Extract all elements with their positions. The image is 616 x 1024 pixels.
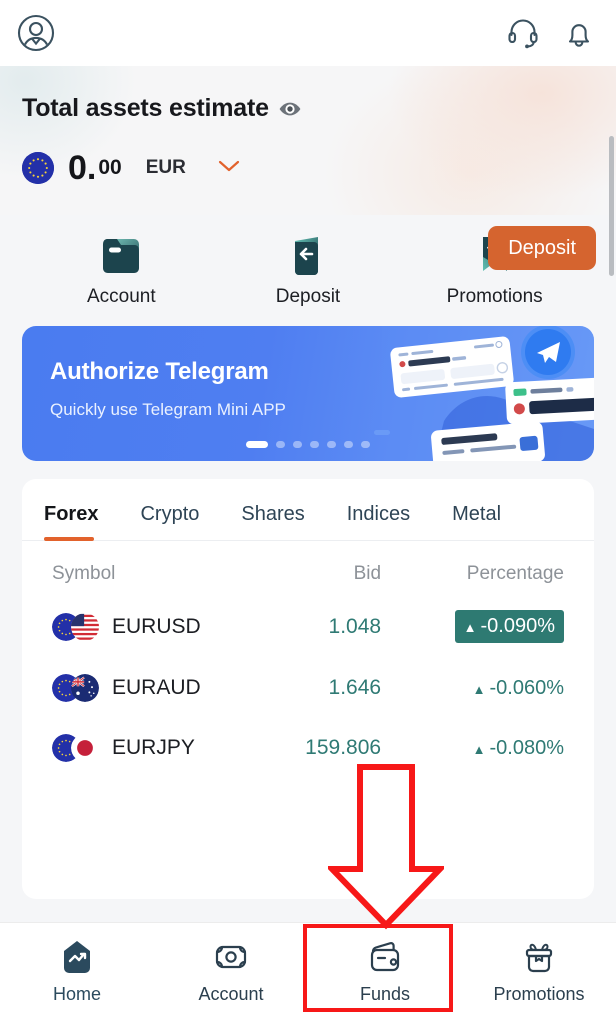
nav-item-funds[interactable]: Funds [308, 937, 462, 1005]
percentage-cell: ▲ -0.080% [403, 737, 564, 760]
chevron-down-icon [218, 160, 239, 171]
percentage-change: ▲ -0.080% [473, 737, 564, 759]
wallet-card-icon [103, 239, 140, 273]
percentage-value: -0.060% [489, 676, 564, 699]
nav-item-account[interactable]: Account [154, 937, 308, 1005]
symbol-cell: EURJPY [52, 733, 235, 763]
bid-value: 1.048 [328, 614, 382, 638]
bid-value: 1.646 [328, 676, 382, 699]
percentage-cell: ▲ -0.090% [403, 610, 564, 643]
toggle-balance-visibility[interactable] [278, 97, 302, 121]
carousel-dots[interactable] [22, 441, 594, 448]
app-root: Total assets estimate 0. 00 EUR Deposit … [0, 0, 616, 1024]
market-table-header: Symbol Bid Percentage [22, 541, 594, 595]
market-card: Forex Crypto Shares Indices Metal Symbol… [22, 479, 594, 899]
symbol-name: EURUSD [112, 614, 201, 638]
triangle-up-icon: ▲ [472, 741, 486, 757]
top-bar-actions [506, 16, 596, 50]
deposit-button[interactable]: Deposit [488, 226, 596, 270]
promo-banner-subtitle: Quickly use Telegram Mini APP [50, 400, 286, 419]
top-bar [0, 0, 616, 66]
total-assets-header: Total assets estimate [22, 94, 596, 123]
promo-banner[interactable]: Authorize Telegram Quickly use Telegram … [22, 326, 594, 461]
eye-icon [279, 102, 301, 115]
quick-action-account[interactable]: Account [61, 229, 181, 308]
balance-decimals: 00 [98, 156, 122, 179]
percentage-change: ▲ -0.060% [473, 677, 564, 699]
avatar[interactable] [16, 13, 56, 53]
promo-banner-wrap: Authorize Telegram Quickly use Telegram … [0, 318, 616, 461]
pair-flags [52, 612, 100, 642]
support-button[interactable] [506, 16, 540, 50]
promo-banner-title: Authorize Telegram [50, 358, 269, 385]
tab-metal[interactable]: Metal [452, 497, 501, 540]
carousel-dot[interactable] [310, 441, 319, 448]
au-flag-icon [71, 674, 99, 702]
column-header-bid: Bid [353, 563, 382, 584]
percentage-cell: ▲ -0.060% [403, 677, 564, 700]
pair-flags [52, 673, 100, 703]
bottom-navigation: Home Account Funds Promotions [0, 922, 616, 1024]
status-badge: ▲ -0.090% [454, 610, 564, 643]
table-row[interactable]: EURAUD 1.646 ▲ -0.060% [22, 658, 594, 718]
nav-label: Promotions [493, 984, 585, 1004]
triangle-up-icon: ▲ [472, 681, 486, 697]
jp-flag-icon [71, 734, 99, 762]
market-tabs[interactable]: Forex Crypto Shares Indices Metal [22, 497, 594, 541]
notifications-button[interactable] [562, 16, 596, 50]
column-header-percentage: Percentage [466, 563, 564, 584]
user-circle-icon [17, 14, 55, 52]
total-assets-card: Total assets estimate 0. 00 EUR Deposit [0, 66, 616, 270]
page-title: Total assets estimate [22, 94, 269, 122]
carousel-dot[interactable] [246, 441, 268, 448]
nav-label: Home [52, 984, 101, 1004]
deposit-arrow-icon [294, 237, 318, 275]
table-row[interactable]: EURUSD 1.048 ▲ -0.090% [22, 595, 594, 658]
bell-icon [568, 24, 590, 47]
pair-flags [52, 733, 100, 763]
balance-amount: 0. [68, 149, 97, 187]
table-row[interactable]: EURJPY 159.806 ▲ -0.080% [22, 718, 594, 778]
symbol-cell: EURAUD [52, 673, 235, 703]
vertical-scrollbar[interactable] [609, 136, 614, 276]
symbol-cell: EURUSD [52, 612, 235, 642]
tab-crypto[interactable]: Crypto [140, 497, 199, 540]
quick-action-deposit[interactable]: Deposit [248, 229, 368, 308]
gift-icon [525, 943, 553, 973]
percentage-value: -0.080% [489, 736, 564, 759]
promo-banner-text: Authorize Telegram Quickly use Telegram … [50, 358, 286, 420]
percentage-value: -0.090% [480, 615, 555, 637]
carousel-dot[interactable] [344, 441, 353, 448]
carousel-dot[interactable] [327, 441, 336, 448]
wallet-icon [370, 942, 400, 972]
eu-flag-icon [22, 152, 54, 184]
scroll-body[interactable]: Total assets estimate 0. 00 EUR Deposit … [0, 66, 616, 922]
carousel-dot[interactable] [361, 441, 370, 448]
carousel-dot[interactable] [276, 441, 285, 448]
bid-value: 159.806 [305, 736, 382, 759]
tab-indices[interactable]: Indices [347, 497, 410, 540]
carousel-dot[interactable] [293, 441, 302, 448]
balance-row: 0. 00 EUR [22, 151, 596, 185]
nav-label: Funds [359, 984, 411, 1004]
currency-selector[interactable] [216, 158, 242, 179]
column-header-symbol: Symbol [52, 563, 116, 584]
quick-action-label: Account [87, 286, 156, 307]
headset-icon [508, 19, 538, 49]
nav-label: Account [198, 984, 264, 1004]
triangle-up-icon: ▲ [463, 620, 477, 635]
nav-item-promotions[interactable]: Promotions [462, 937, 616, 1005]
tab-forex[interactable]: Forex [44, 497, 98, 541]
tab-shares[interactable]: Shares [241, 497, 304, 540]
symbol-name: EURAUD [112, 676, 201, 699]
quick-action-label: Promotions [446, 286, 543, 307]
balance-currency: EUR [145, 157, 186, 178]
quick-action-label: Deposit [275, 286, 341, 307]
us-flag-icon [71, 612, 99, 641]
symbol-name: EURJPY [112, 736, 195, 759]
banknote-icon [215, 945, 247, 969]
home-chart-icon [64, 941, 90, 973]
nav-item-home[interactable]: Home [0, 937, 154, 1005]
